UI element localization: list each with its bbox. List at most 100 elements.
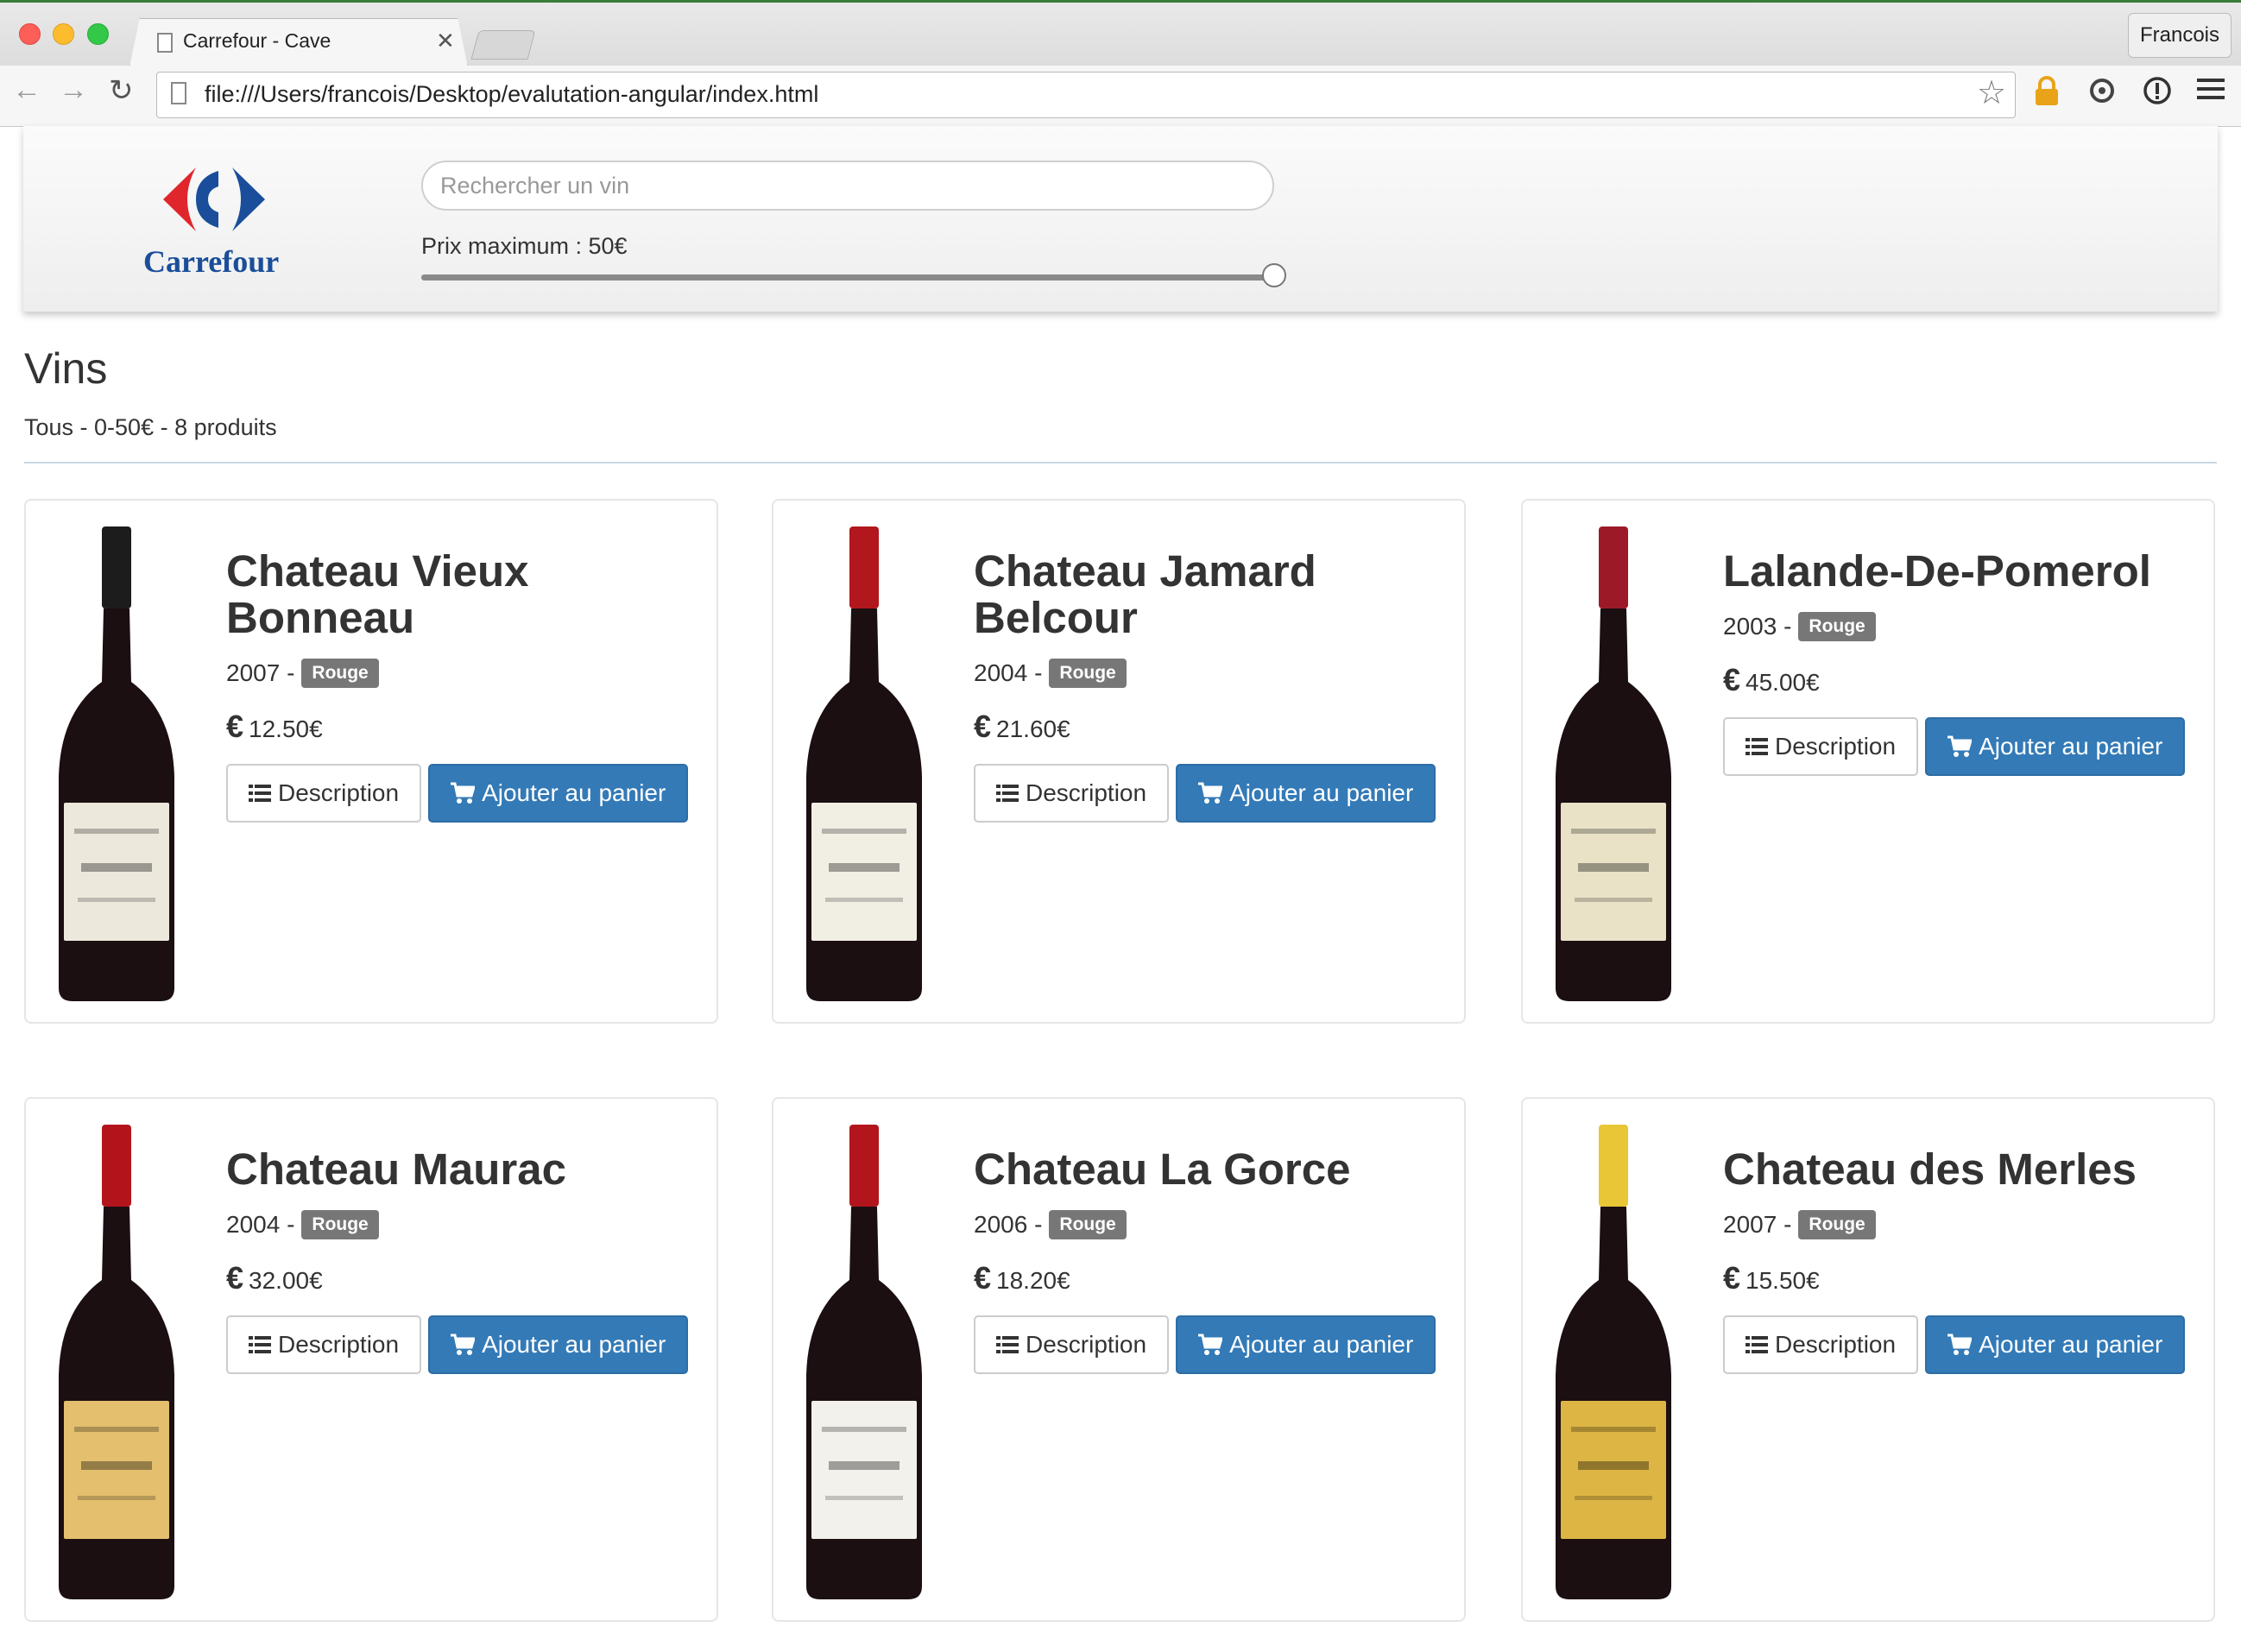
price-value: 12.50€ (249, 716, 323, 742)
wine-bottle-image (1549, 518, 1678, 1008)
wine-name: Chateau Jamard Belcour (974, 546, 1316, 642)
hamburger-menu-icon[interactable] (2197, 76, 2225, 110)
wine-type-badge: Rouge (1798, 1210, 1876, 1239)
list-icon (1745, 1335, 1768, 1354)
wine-type-badge: Rouge (301, 659, 379, 688)
wine-type-badge: Rouge (1798, 612, 1876, 641)
price-slider[interactable] (421, 263, 1286, 287)
cart-icon (451, 782, 476, 804)
wine-card: Chateau Jamard Belcour 2004 - Rouge €21.… (772, 499, 1466, 1024)
add-to-cart-button-label: Ajouter au panier (1979, 1331, 2163, 1358)
wine-price: €21.60€ (974, 709, 1440, 745)
forward-arrow-icon[interactable]: → (59, 73, 88, 107)
add-to-cart-button-label: Ajouter au panier (1979, 733, 2163, 760)
wine-name: Lalande-De-Pomerol (1723, 546, 2151, 596)
wine-price: €32.00€ (226, 1260, 692, 1296)
list-icon (996, 784, 1019, 803)
wine-name: Chateau La Gorce (974, 1144, 1351, 1194)
cart-icon (1198, 1334, 1223, 1356)
tab-close-icon[interactable]: ✕ (436, 28, 455, 54)
euro-icon: € (974, 709, 992, 744)
price-slider-thumb[interactable] (1262, 263, 1286, 287)
price-value: 15.50€ (1745, 1267, 1820, 1294)
wine-name: Chateau des Merles (1723, 1144, 2137, 1194)
search-input[interactable] (421, 161, 1274, 211)
description-button[interactable]: Description (226, 1315, 422, 1374)
euro-icon: € (226, 709, 244, 744)
price-max-label: Prix maximum : 50€ (421, 233, 628, 259)
add-to-cart-button-label: Ajouter au panier (1229, 779, 1414, 806)
description-button[interactable]: Description (1723, 1315, 1919, 1374)
wine-card: Chateau La Gorce 2006 - Rouge €18.20€ De… (772, 1097, 1466, 1622)
wine-year: 2004 - (974, 659, 1043, 686)
cart-icon (1198, 782, 1223, 804)
lock-extension-icon[interactable] (2033, 76, 2061, 115)
add-to-cart-button[interactable]: Ajouter au panier (1176, 1315, 1436, 1374)
reload-icon[interactable]: ↻ (109, 73, 134, 108)
carrefour-logo-icon (163, 167, 265, 231)
euro-icon: € (1723, 662, 1741, 697)
wine-bottle-image (799, 1116, 929, 1606)
wine-year: 2003 - (1723, 613, 1792, 640)
wine-year: 2004 - (226, 1211, 295, 1238)
wine-type-badge: Rouge (301, 1210, 379, 1239)
list-icon (249, 784, 271, 803)
wine-price: €15.50€ (1723, 1260, 2189, 1296)
tab-title: Carrefour - Cave (183, 29, 331, 52)
wine-price: €45.00€ (1723, 662, 2189, 698)
add-to-cart-button-label: Ajouter au panier (482, 1331, 666, 1358)
list-icon (996, 1335, 1019, 1354)
close-window-button[interactable] (19, 23, 41, 45)
divider (24, 462, 2217, 463)
page-icon (157, 33, 173, 53)
wine-card: Chateau Maurac 2004 - Rouge €32.00€ Desc… (24, 1097, 718, 1622)
price-slider-fill (421, 274, 1274, 281)
description-button-label: Description (1775, 733, 1897, 760)
zoom-window-button[interactable] (87, 23, 109, 45)
euro-icon: € (974, 1260, 992, 1296)
results-summary: Tous - 0-50€ - 8 produits (24, 414, 277, 440)
price-value: 45.00€ (1745, 669, 1820, 696)
add-to-cart-button[interactable]: Ajouter au panier (1925, 717, 2186, 776)
add-to-cart-button-label: Ajouter au panier (482, 779, 666, 806)
bookmark-star-icon[interactable]: ☆ (1977, 73, 2006, 112)
description-button[interactable]: Description (974, 1315, 1170, 1374)
description-button[interactable]: Description (974, 764, 1170, 823)
add-to-cart-button[interactable]: Ajouter au panier (428, 764, 689, 823)
cart-icon (1947, 735, 1973, 758)
back-arrow-icon[interactable]: ← (12, 73, 41, 107)
add-to-cart-button-label: Ajouter au panier (1229, 1331, 1414, 1358)
wine-bottle-image (52, 518, 181, 1008)
add-to-cart-button[interactable]: Ajouter au panier (428, 1315, 689, 1374)
wine-name: Chateau Maurac (226, 1144, 566, 1194)
cart-icon (451, 1334, 476, 1356)
new-tab-button[interactable] (470, 30, 536, 60)
wine-year: 2007 - (226, 659, 295, 686)
wine-year: 2007 - (1723, 1211, 1792, 1238)
euro-icon: € (226, 1260, 244, 1296)
wine-type-badge: Rouge (1049, 659, 1127, 688)
description-button[interactable]: Description (1723, 717, 1919, 776)
list-icon (249, 1335, 271, 1354)
sync-extension-icon[interactable] (2087, 76, 2117, 113)
price-value: 21.60€ (996, 716, 1070, 742)
minimize-window-button[interactable] (53, 23, 74, 45)
wine-name: Chateau Vieux Bonneau (226, 546, 529, 642)
wine-card: Chateau des Merles 2007 - Rouge €15.50€ … (1521, 1097, 2215, 1622)
wine-year: 2006 - (974, 1211, 1043, 1238)
add-to-cart-button[interactable]: Ajouter au panier (1176, 764, 1436, 823)
price-value: 18.20€ (996, 1267, 1070, 1294)
description-button-label: Description (1026, 1331, 1147, 1358)
url-text[interactable]: file:///Users/francois/Desktop/evalutati… (205, 81, 818, 108)
profile-button[interactable]: Francois (2128, 13, 2232, 58)
description-button-label: Description (1775, 1331, 1897, 1358)
info-extension-icon[interactable] (2143, 76, 2172, 113)
site-header (23, 126, 2218, 312)
wine-type-badge: Rouge (1049, 1210, 1127, 1239)
description-button[interactable]: Description (226, 764, 422, 823)
page-title: Vins (24, 344, 108, 393)
list-icon (1745, 737, 1768, 756)
wine-bottle-image (799, 518, 929, 1008)
wine-bottle-image (52, 1116, 181, 1606)
add-to-cart-button[interactable]: Ajouter au panier (1925, 1315, 2186, 1374)
